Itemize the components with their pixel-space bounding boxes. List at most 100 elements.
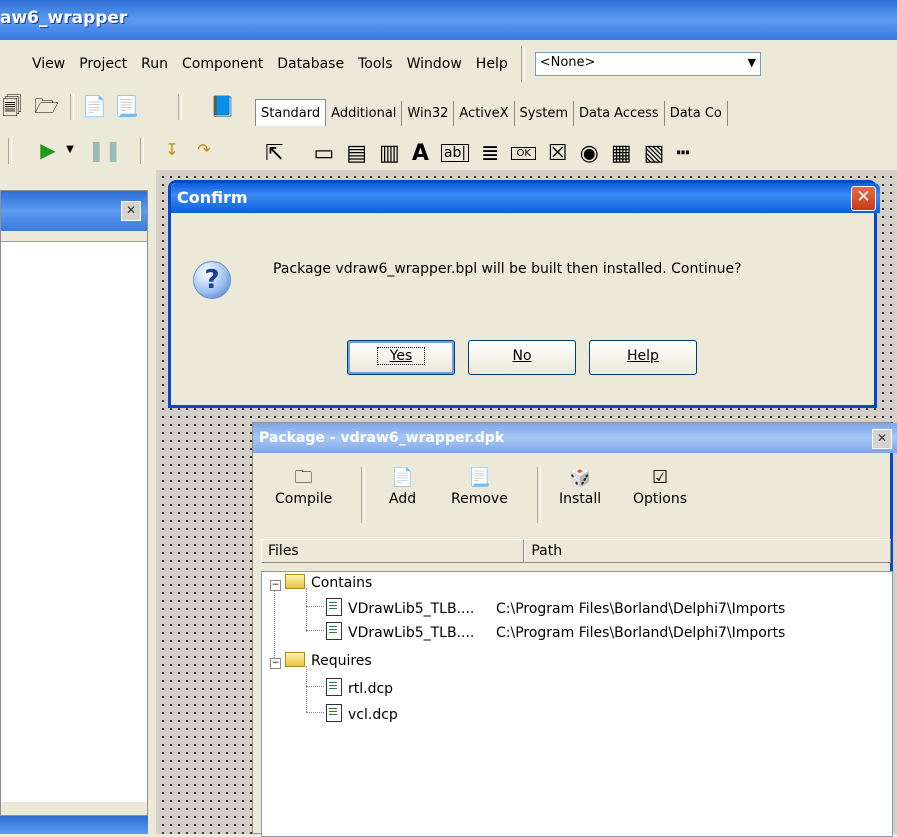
tree-node-requires[interactable]: − Requires xyxy=(270,652,372,669)
tree-item-file[interactable]: VDrawLib5_TLB.... C:\Program Files\Borlan… xyxy=(326,598,785,617)
package-tree[interactable]: − Contains VDrawLib5_TLB.... C:\Program Fi… xyxy=(261,571,893,837)
bottom-panel-titlebar xyxy=(0,816,148,834)
button-icon[interactable]: OK xyxy=(511,146,536,160)
help-button[interactable]: Help xyxy=(589,340,697,375)
menu-view[interactable]: View xyxy=(0,40,72,88)
menu-database[interactable]: Database xyxy=(270,40,351,88)
files-grid-header: Files Path xyxy=(261,539,891,563)
column-files[interactable]: Files xyxy=(261,539,525,563)
install-icon: 🎲 xyxy=(568,467,592,488)
tab-standard[interactable]: Standard xyxy=(255,99,327,126)
compile-button[interactable]: 🗀 Compile xyxy=(275,465,332,507)
run-dropdown-icon[interactable]: ▼ xyxy=(58,138,82,162)
tab-win32[interactable]: Win32 xyxy=(402,101,455,126)
file-path: C:\Program Files\Borland\Delphi7\Imports xyxy=(496,601,786,617)
component-combo[interactable]: <None> ▼ xyxy=(534,52,761,76)
component-palette-tabs: Standard Additional Win32 ActiveX System… xyxy=(255,90,728,126)
trace-into-icon[interactable]: ↧ xyxy=(160,138,184,162)
tree-node-contains[interactable]: − Contains xyxy=(270,574,372,591)
add-button[interactable]: 📄 Add xyxy=(389,465,416,507)
step-over-icon[interactable]: ↷ xyxy=(192,138,216,162)
pause-icon[interactable]: ❚❚ xyxy=(88,138,122,162)
package-title: Package - vdraw6_wrapper.dpk xyxy=(259,430,505,446)
object-inspector-titlebar: ✕ xyxy=(1,191,147,231)
dialog-titlebar: Confirm ✕ xyxy=(171,183,880,213)
tree-line xyxy=(306,712,324,713)
help-button-label: Help xyxy=(627,348,659,364)
tree-item-file[interactable]: rtl.dcp xyxy=(326,678,393,697)
menu-run[interactable]: Run xyxy=(134,40,175,88)
run-icon[interactable]: ▶ xyxy=(36,138,60,162)
install-button[interactable]: 🎲 Install xyxy=(559,465,601,507)
tree-node-label: Requires xyxy=(311,653,372,669)
ide-title-bar: aw6_wrapper xyxy=(0,0,897,40)
edit-icon[interactable]: ab| xyxy=(440,144,470,162)
question-icon: ? xyxy=(193,261,231,299)
tree-line xyxy=(306,630,324,631)
column-path[interactable]: Path xyxy=(524,539,891,563)
menu-project[interactable]: Project xyxy=(72,40,134,88)
add-label: Add xyxy=(389,491,417,507)
remove-file-icon[interactable]: 📃 xyxy=(114,94,139,118)
tab-data-controls[interactable]: Data Co xyxy=(664,101,728,126)
options-button[interactable]: ☑ Options xyxy=(633,465,687,507)
collapse-icon[interactable]: − xyxy=(270,580,281,591)
remove-button[interactable]: 📃 Remove xyxy=(451,465,508,507)
tab-additional[interactable]: Additional xyxy=(326,101,403,126)
yes-button[interactable]: Yes xyxy=(347,340,455,375)
menu-component[interactable]: Component xyxy=(175,40,270,88)
menu-help[interactable]: Help xyxy=(469,40,515,88)
label-icon[interactable]: A xyxy=(412,141,429,166)
unit-file-icon xyxy=(326,622,342,640)
file-name: vcl.dcp xyxy=(348,707,398,723)
menu-tools[interactable]: Tools xyxy=(351,40,400,88)
remove-label: Remove xyxy=(451,491,508,507)
ide-title: aw6_wrapper xyxy=(0,8,128,28)
no-button[interactable]: No xyxy=(468,340,576,375)
toolbar-separator xyxy=(140,138,144,164)
close-icon[interactable]: ✕ xyxy=(851,186,876,211)
pointer-icon[interactable]: ⇱ xyxy=(265,141,283,166)
object-inspector-content xyxy=(1,241,147,802)
package-toolbar: 🗀 Compile 📄 Add 📃 Remove 🎲 Install ☑ Opt… xyxy=(253,455,892,535)
radiobutton-icon[interactable]: ◉ xyxy=(580,141,599,166)
toolbar-separator xyxy=(8,138,12,164)
save-icon[interactable]: 🗁 xyxy=(34,94,59,118)
scrollbar-icon[interactable]: ┅ xyxy=(676,141,689,166)
tree-item-file[interactable]: VDrawLib5_TLB.... C:\Program Files\Borlan… xyxy=(326,622,785,641)
open-project-icon[interactable]: 🗐 xyxy=(0,94,24,118)
frame-icon[interactable]: ▭ xyxy=(313,141,334,166)
listbox-icon[interactable]: ▦ xyxy=(611,141,632,166)
tree-node-label: Contains xyxy=(311,575,373,591)
menu-bar: View Project Run Component Database Tool… xyxy=(0,40,897,88)
combobox-icon[interactable]: ▧ xyxy=(644,141,665,166)
add-file-icon[interactable]: 📄 xyxy=(82,94,107,118)
popupmenu-icon[interactable]: ▥ xyxy=(379,141,400,166)
chevron-down-icon[interactable]: ▼ xyxy=(744,53,760,73)
tab-data-access[interactable]: Data Access xyxy=(574,101,665,126)
component-combo-value: <None> xyxy=(539,55,596,70)
mainmenu-icon[interactable]: ▤ xyxy=(346,141,367,166)
tree-line xyxy=(274,588,275,658)
collapse-icon[interactable]: − xyxy=(270,658,281,669)
tree-item-file[interactable]: vcl.dcp xyxy=(326,704,398,723)
file-name: rtl.dcp xyxy=(348,681,394,697)
menu-window[interactable]: Window xyxy=(400,40,469,88)
file-name: VDrawLib5_TLB.... xyxy=(348,601,475,617)
checkbox-icon[interactable]: ☒ xyxy=(548,141,568,166)
toolbar-separator xyxy=(537,467,541,523)
dialog-title: Confirm xyxy=(177,188,248,207)
help-book-icon[interactable]: 📘 xyxy=(210,94,235,118)
memo-icon[interactable]: ≣ xyxy=(481,141,499,166)
toolbar-separator xyxy=(70,94,74,120)
close-icon[interactable]: ✕ xyxy=(121,201,141,221)
tree-line xyxy=(306,588,307,632)
close-icon[interactable]: ✕ xyxy=(872,429,892,449)
package-file-icon xyxy=(326,678,342,696)
tab-activex[interactable]: ActiveX xyxy=(454,101,515,126)
tab-system[interactable]: System xyxy=(514,101,574,126)
options-icon: ☑ xyxy=(651,467,669,488)
remove-icon: 📃 xyxy=(468,467,491,488)
package-file-icon xyxy=(326,704,342,722)
confirm-dialog: Confirm ✕ ? Package vdraw6_wrapper.bpl w… xyxy=(168,180,880,408)
